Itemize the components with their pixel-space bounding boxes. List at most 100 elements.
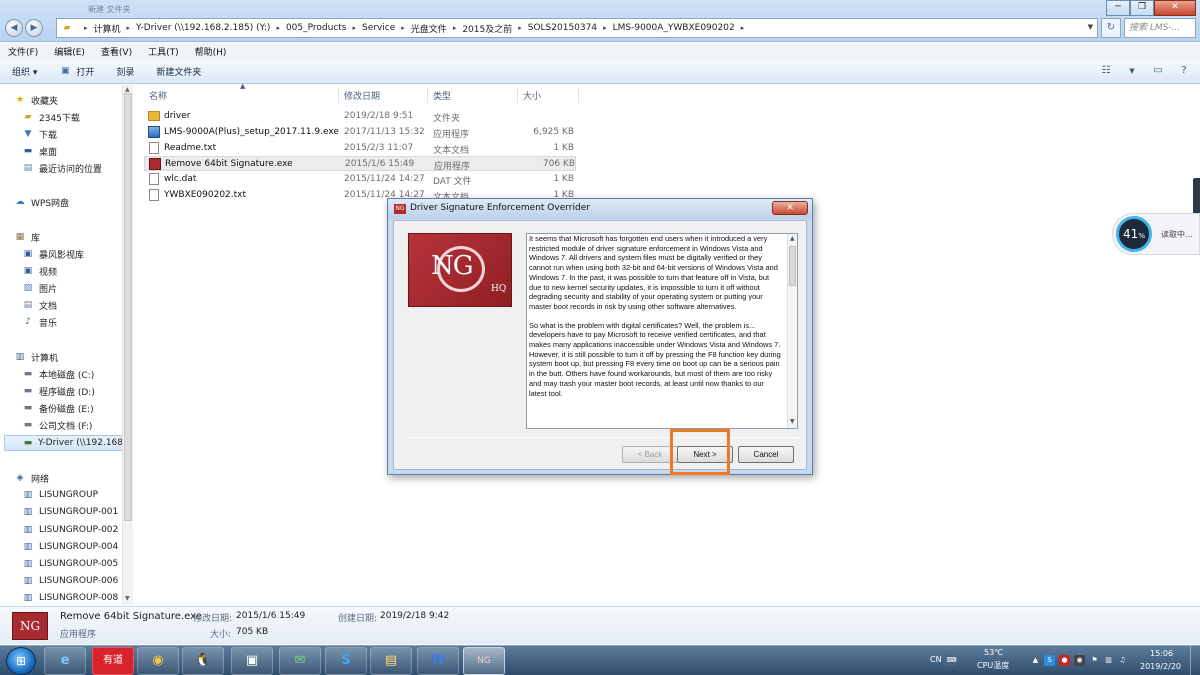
menu-view[interactable]: 查看(V)	[101, 45, 132, 58]
close-button[interactable]: ✕	[1154, 0, 1196, 16]
scroll-up-icon[interactable]: ▲	[790, 235, 795, 242]
scroll-up-icon[interactable]: ▲	[125, 86, 130, 93]
nav-network[interactable]: ◈ 网络	[14, 470, 133, 486]
taskbar-ie-icon[interactable]: e	[44, 647, 86, 675]
taskbar-wps-icon[interactable]: W	[417, 647, 459, 675]
file-row[interactable]: LMS-9000A(Plus)_setup_2017.11.9.exe 2017…	[144, 125, 576, 140]
breadcrumb-products[interactable]: 005_Products	[286, 23, 347, 33]
back-arrow-icon[interactable]: ◀	[5, 19, 23, 37]
description-textbox[interactable]: It seems that Microsoft has forgotten en…	[526, 233, 798, 429]
organize-button[interactable]: 组织 ▾	[12, 65, 37, 78]
maximize-button[interactable]: ❐	[1130, 0, 1154, 16]
nav-net-item[interactable]: ▥ LISUNGROUP-004	[22, 539, 133, 555]
refresh-icon[interactable]: ↻	[1101, 18, 1121, 38]
dialog-close-button[interactable]: ✕	[772, 201, 808, 215]
forward-arrow-icon[interactable]: ▶	[25, 19, 43, 37]
nav-net-item[interactable]: ▥ LISUNGROUP-001	[22, 504, 133, 520]
nav-favorites[interactable]: ★ 收藏夹	[14, 92, 133, 108]
nav-drive-e[interactable]: ▬ 备份磁盘 (E:)	[22, 400, 133, 416]
nav-net-item[interactable]: ▥ LISUNGROUP	[22, 487, 133, 503]
breadcrumb-computer[interactable]: 计算机	[94, 22, 121, 35]
nav-computer[interactable]: ▥ 计算机	[14, 349, 133, 365]
breadcrumb-sols[interactable]: SOLS20150374	[528, 23, 597, 33]
nav-item-recent[interactable]: ▤ 最近访问的位置	[22, 160, 133, 176]
nav-item-music[interactable]: ♪ 音乐	[22, 314, 133, 330]
column-header-date[interactable]: 修改日期	[344, 89, 380, 102]
taskbar-explorer-icon[interactable]: ▤	[370, 647, 412, 675]
address-bar[interactable]: ▰ ▸ 计算机 ▸ Y-Driver (\\192.168.2.185) (Y:…	[56, 18, 1098, 38]
menu-file[interactable]: 文件(F)	[8, 45, 38, 58]
nav-scrollbar[interactable]: ▲ ▼	[122, 85, 133, 605]
nav-net-item[interactable]: ▥ LISUNGROUP-006	[22, 573, 133, 589]
tray-date[interactable]: 2019/2/20	[1140, 662, 1181, 671]
taskbar-skype-icon[interactable]: S	[325, 647, 367, 675]
taskbar-ng-app-icon[interactable]: NG	[463, 647, 505, 675]
nav-drive-c[interactable]: ▬ 本地磁盘 (C:)	[22, 366, 133, 382]
tray-temperature[interactable]: 53℃	[984, 648, 1003, 657]
nav-item-2345-download[interactable]: ▰ 2345下载	[22, 109, 133, 125]
taskbar-youdao-icon[interactable]: 有道	[92, 647, 134, 675]
nav-item-documents[interactable]: ▤ 文档	[22, 297, 133, 313]
tray-record-icon[interactable]: ●	[1059, 655, 1070, 666]
taskbar-wechat-icon[interactable]: ✉	[279, 647, 321, 675]
menu-help[interactable]: 帮助(H)	[195, 45, 227, 58]
file-row[interactable]: wlc.dat 2015/11/24 14:27 DAT 文件 1 KB	[144, 172, 576, 187]
search-input[interactable]: 搜索 LMS-...	[1124, 18, 1196, 38]
taskbar-qq-icon[interactable]: 🐧	[182, 647, 224, 675]
file-row[interactable]: driver 2019/2/18 9:51 文件夹	[144, 109, 576, 124]
nav-item-desktop[interactable]: ▬ 桌面	[22, 143, 133, 159]
open-button[interactable]: ▣ 打开	[59, 65, 94, 78]
menu-tools[interactable]: 工具(T)	[148, 45, 179, 58]
file-row[interactable]: Readme.txt 2015/2/3 11:07 文本文档 1 KB	[144, 141, 576, 156]
column-header-name[interactable]: 名称	[149, 89, 167, 102]
preview-pane-icon[interactable]: ▭	[1150, 64, 1166, 78]
tray-network-icon[interactable]: ▥	[1103, 655, 1114, 666]
progress-gauge-widget[interactable]: 41% 读取中...	[1112, 213, 1200, 255]
show-desktop-button[interactable]	[1190, 646, 1200, 675]
nav-item-baofeng[interactable]: ▣ 暴风影视库	[22, 246, 133, 262]
tray-language[interactable]: CN	[930, 655, 942, 664]
textbox-scroll-thumb[interactable]	[789, 246, 796, 286]
column-header-size[interactable]: 大小	[523, 89, 541, 102]
dialog-titlebar[interactable]: NG Driver Signature Enforcement Override…	[388, 199, 812, 219]
help-icon[interactable]: ?	[1176, 64, 1192, 78]
tray-keyboard-icon[interactable]: ⌨	[946, 655, 957, 666]
taskbar-app-icon[interactable]: ▣	[231, 647, 273, 675]
burn-button[interactable]: 刻录	[116, 65, 134, 78]
textbox-scrollbar[interactable]: ▲ ▼	[787, 234, 797, 428]
new-folder-button[interactable]: 新建文件夹	[156, 65, 201, 78]
minimize-button[interactable]: ─	[1106, 0, 1130, 16]
tray-qq-icon[interactable]: ◉	[1074, 655, 1085, 666]
nav-item-downloads[interactable]: ▼ 下载	[22, 126, 133, 142]
tray-s-icon[interactable]: S	[1044, 655, 1055, 666]
breadcrumb-disc-files[interactable]: 光盘文件	[411, 22, 447, 35]
nav-drive-y[interactable]: ▬ Y-Driver (\\192.168	[4, 435, 124, 451]
nav-item-pictures[interactable]: ▨ 图片	[22, 280, 133, 296]
taskbar-chrome-icon[interactable]: ◉	[137, 647, 179, 675]
menu-edit[interactable]: 编辑(E)	[54, 45, 85, 58]
nav-net-item[interactable]: ▥ LISUNGROUP-008	[22, 590, 133, 605]
address-dropdown-icon[interactable]: ▼	[1088, 23, 1093, 31]
view-options-icon[interactable]: ☷	[1098, 64, 1114, 78]
breadcrumb-drive[interactable]: Y-Driver (\\192.168.2.185) (Y:)	[136, 23, 270, 33]
tray-volume-icon[interactable]: ♫	[1117, 655, 1128, 666]
tray-expand-icon[interactable]: ▲	[1030, 655, 1041, 666]
view-dropdown-icon[interactable]: ▼	[1124, 64, 1140, 78]
tray-flag-icon[interactable]: ⚑	[1089, 655, 1100, 666]
tray-time[interactable]: 15:06	[1150, 649, 1173, 658]
cancel-button[interactable]: Cancel	[738, 446, 794, 463]
breadcrumb-2015[interactable]: 2015及之前	[462, 22, 512, 35]
nav-wps[interactable]: ☁ WPS网盘	[14, 194, 133, 210]
nav-scroll-thumb[interactable]	[124, 93, 132, 521]
nav-item-videos[interactable]: ▣ 视频	[22, 263, 133, 279]
scroll-down-icon[interactable]: ▼	[790, 418, 795, 425]
column-header-type[interactable]: 类型	[433, 89, 451, 102]
nav-drive-f[interactable]: ▬ 公司文档 (F:)	[22, 417, 133, 433]
scroll-down-icon[interactable]: ▼	[125, 595, 130, 602]
nav-drive-d[interactable]: ▬ 程序磁盘 (D:)	[22, 383, 133, 399]
nav-libraries[interactable]: ▦ 库	[14, 229, 133, 245]
breadcrumb-current[interactable]: LMS-9000A_YWBXE090202	[613, 23, 735, 33]
start-button[interactable]: ⊞	[6, 647, 36, 675]
breadcrumb-service[interactable]: Service	[362, 23, 395, 33]
nav-net-item[interactable]: ▥ LISUNGROUP-002	[22, 522, 133, 538]
